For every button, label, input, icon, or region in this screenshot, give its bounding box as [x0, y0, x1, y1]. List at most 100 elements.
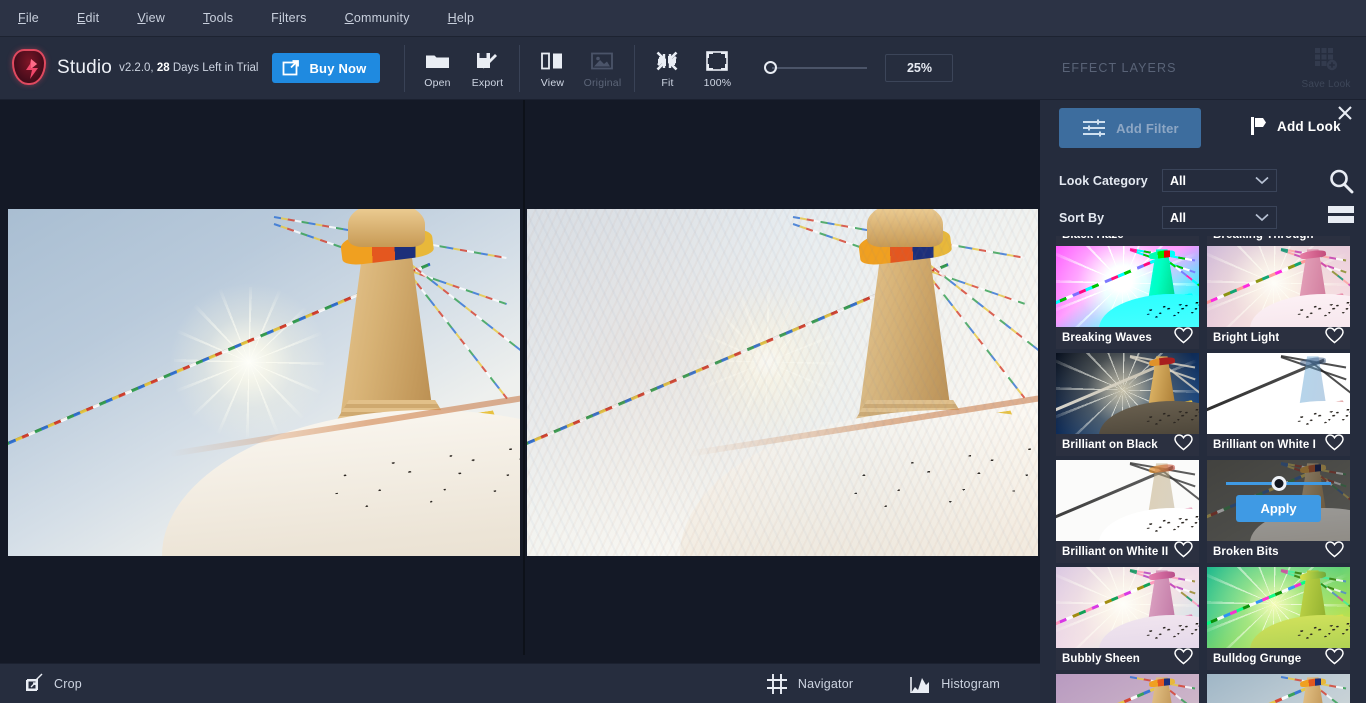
look-name: Bulldog Grunge: [1213, 653, 1301, 665]
add-filter-button[interactable]: Add Filter: [1059, 108, 1201, 148]
look-category-label: Look Category: [1059, 174, 1162, 188]
look-name: Brilliant on Black: [1062, 439, 1158, 451]
open-button[interactable]: Open: [412, 41, 462, 96]
chevron-down-icon: [1255, 174, 1269, 188]
file-tools-group: Open Export: [412, 37, 512, 100]
histogram-button[interactable]: Histogram: [909, 673, 1000, 695]
favorite-heart-icon[interactable]: [1174, 541, 1193, 563]
favorite-heart-icon[interactable]: [1325, 541, 1344, 563]
sort-by-select[interactable]: All: [1162, 206, 1277, 229]
look-name: Brilliant on White I: [1213, 439, 1316, 451]
crop-button[interactable]: Crop: [22, 673, 82, 695]
looks-panel-view-icons: [1320, 164, 1358, 226]
menu-item-help[interactable]: Help: [438, 11, 485, 25]
look-thumbnail: [1207, 246, 1350, 329]
image-canvas[interactable]: [0, 100, 1040, 663]
menu-item-view[interactable]: View: [127, 11, 175, 25]
open-label: Open: [424, 77, 451, 89]
apply-label: Apply: [1260, 501, 1296, 516]
zoom-100-label: 100%: [704, 77, 732, 89]
navigator-button[interactable]: Navigator: [766, 673, 853, 695]
look-card-partial-2[interactable]: [1207, 674, 1350, 703]
add-look-button[interactable]: Add Look: [1250, 116, 1341, 136]
look-card-bar: Broken Bits: [1207, 541, 1350, 563]
zoom-level-value[interactable]: 25%: [885, 54, 953, 82]
look-card-breaking-waves[interactable]: Breaking Waves: [1056, 246, 1199, 349]
folder-icon: [425, 48, 450, 74]
buy-now-button[interactable]: Buy Now: [272, 53, 380, 83]
thumb-photo: [1056, 246, 1199, 329]
view-label: View: [541, 77, 564, 89]
zoom-100-button[interactable]: 100%: [692, 41, 742, 96]
look-intensity-handle[interactable]: [1271, 476, 1286, 491]
look-card-bar: Brilliant on White II: [1056, 541, 1199, 563]
fit-button[interactable]: Fit: [642, 41, 692, 96]
look-name: Brilliant on White II: [1062, 546, 1168, 558]
zoom-slider-track[interactable]: [772, 67, 867, 69]
add-look-label: Add Look: [1277, 119, 1341, 134]
save-look-label: Save Look: [1298, 79, 1354, 90]
look-flag-icon: [1250, 116, 1267, 136]
add-filter-label: Add Filter: [1116, 121, 1179, 136]
look-card-bar: Brilliant on White I: [1207, 434, 1350, 456]
export-button[interactable]: Export: [462, 41, 512, 96]
favorite-heart-icon[interactable]: [1174, 327, 1193, 349]
search-button[interactable]: [1324, 164, 1358, 198]
view-button[interactable]: View: [527, 41, 577, 96]
filtered-image-pane[interactable]: [527, 209, 1038, 556]
look-thumbnail: [1207, 674, 1350, 703]
look-thumbnail: [1056, 246, 1199, 329]
look-card-bar: Bulldog Grunge: [1207, 648, 1350, 670]
menu-item-tools[interactable]: Tools: [193, 11, 243, 25]
look-category-select[interactable]: All: [1162, 169, 1277, 192]
crop-icon: [22, 673, 44, 695]
thumb-photo: [1207, 567, 1350, 650]
fullscreen-corners-icon: [705, 48, 729, 74]
menu-item-community[interactable]: Community: [335, 11, 420, 25]
close-panel-button[interactable]: [1334, 102, 1356, 124]
original-button[interactable]: Original: [577, 41, 627, 96]
favorite-heart-icon[interactable]: [1325, 327, 1344, 349]
filtered-photo: [527, 209, 1038, 556]
thumb-photo: [1207, 674, 1350, 703]
histogram-label: Histogram: [941, 677, 1000, 691]
menu-item-file[interactable]: FFileile: [8, 11, 49, 25]
look-card-bar: Brilliant on Black: [1056, 434, 1199, 456]
zoom-slider[interactable]: [770, 67, 867, 69]
favorite-heart-icon[interactable]: [1174, 648, 1193, 670]
sliders-icon: [1081, 118, 1107, 138]
save-look-grid-icon: [1313, 46, 1339, 72]
look-card-bulldog-grunge[interactable]: Bulldog Grunge: [1207, 567, 1350, 670]
look-card-brilliant-on-white-ii[interactable]: Brilliant on White II: [1056, 460, 1199, 563]
favorite-heart-icon[interactable]: [1174, 434, 1193, 456]
looks-grid[interactable]: Black Haze Breaking Through: [1040, 236, 1366, 703]
look-card-broken-bits[interactable]: Apply Broken Bits: [1207, 460, 1350, 563]
look-card-bright-light[interactable]: Bright Light: [1207, 246, 1350, 349]
menu-item-filters[interactable]: Filters: [261, 11, 316, 25]
sort-by-value: All: [1170, 211, 1186, 225]
zoom-slider-handle[interactable]: [764, 61, 777, 74]
look-card-brilliant-on-black[interactable]: Brilliant on Black: [1056, 353, 1199, 456]
app-name: Studio: [57, 57, 112, 79]
save-look-button[interactable]: Save Look: [1298, 46, 1354, 90]
look-name: Bright Light: [1213, 332, 1279, 344]
thumb-photo: [1056, 353, 1199, 436]
favorite-heart-icon[interactable]: [1325, 434, 1344, 456]
list-view-button[interactable]: [1324, 202, 1358, 226]
look-thumbnail: [1056, 460, 1199, 543]
view-tools-group: View Original: [527, 37, 627, 100]
look-card-bubbly-sheen[interactable]: Bubbly Sheen: [1056, 567, 1199, 670]
look-card-partial-1[interactable]: [1056, 674, 1199, 703]
look-name: Bubbly Sheen: [1062, 653, 1140, 665]
original-image-pane[interactable]: [8, 209, 520, 556]
menu-item-edit[interactable]: Edit: [67, 11, 109, 25]
look-name: Broken Bits: [1213, 546, 1279, 558]
app-logo-icon: [12, 49, 48, 87]
split-divider[interactable]: [523, 100, 525, 655]
look-card-brilliant-on-white-i[interactable]: Brilliant on White I: [1207, 353, 1350, 456]
look-intensity-slider[interactable]: [1226, 482, 1331, 485]
trial-days: 28: [157, 62, 170, 74]
menu-bar: FFileile Edit View Tools Filters Communi…: [0, 0, 1366, 37]
favorite-heart-icon[interactable]: [1325, 648, 1344, 670]
apply-look-button[interactable]: Apply: [1236, 495, 1321, 522]
